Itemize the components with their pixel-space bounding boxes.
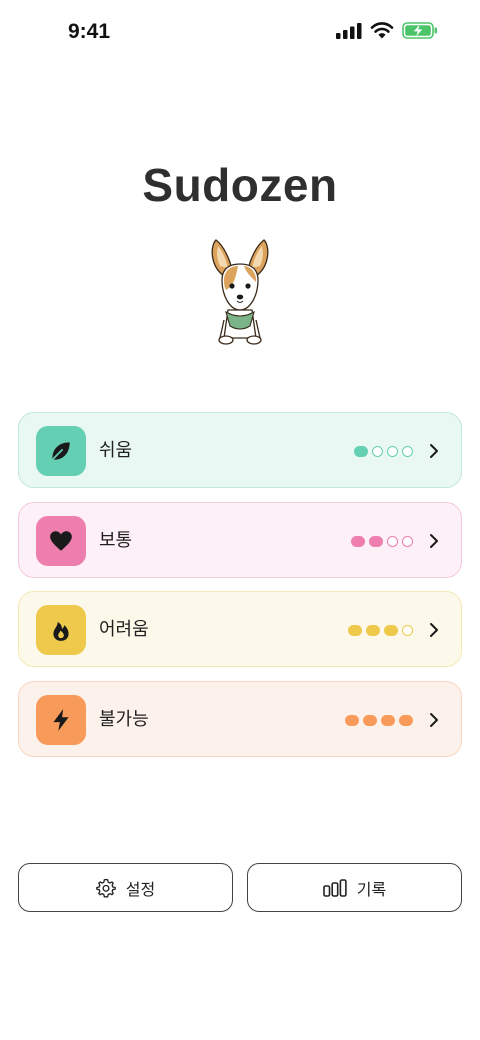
settings-button[interactable]: 설정	[18, 863, 233, 912]
difficulty-dot-empty	[402, 625, 413, 636]
difficulty-dots	[351, 535, 413, 547]
difficulty-dot-empty	[372, 446, 383, 457]
bottom-buttons: 설정 기록	[18, 863, 462, 912]
difficulty-dot-filled	[345, 714, 359, 726]
difficulty-dot-filled	[399, 714, 413, 726]
leaf-icon	[52, 442, 70, 460]
level-icon-badge	[36, 515, 86, 566]
settings-button-label: 설정	[125, 879, 156, 899]
status-bar: 9:41	[0, 0, 480, 64]
level-icon-badge	[36, 426, 86, 476]
difficulty-dots	[354, 446, 413, 457]
battery-charging-icon	[402, 22, 437, 39]
level-label: 어려움	[99, 619, 149, 640]
difficulty-dots	[348, 625, 413, 636]
status-icons	[336, 22, 438, 39]
level-icon-badge	[36, 694, 86, 745]
level-card-impossible[interactable]: 불가능	[18, 680, 462, 757]
lightning-icon	[53, 708, 69, 731]
cellular-signal-icon	[336, 22, 362, 39]
level-card-easy[interactable]: 쉬움	[18, 412, 462, 488]
difficulty-list: 쉬움 보통 어려움 불가능	[18, 412, 462, 770]
level-label: 보통	[99, 529, 133, 551]
chevron-right-icon	[430, 712, 438, 727]
records-button-label: 기록	[356, 879, 387, 899]
level-icon-badge	[36, 605, 86, 655]
level-label: 불가능	[99, 708, 149, 730]
difficulty-dot-filled	[354, 446, 368, 457]
records-button[interactable]: 기록	[247, 863, 462, 912]
wifi-icon	[370, 22, 394, 39]
dog-mascot-illustration	[211, 239, 269, 345]
difficulty-dot-empty	[387, 535, 398, 547]
level-card-normal[interactable]: 보통	[18, 501, 462, 578]
difficulty-dot-empty	[402, 446, 413, 457]
difficulty-dot-filled	[369, 535, 383, 547]
level-card-hard[interactable]: 어려움	[18, 591, 462, 667]
chevron-right-icon	[430, 444, 438, 458]
difficulty-dot-empty	[402, 535, 413, 547]
app-title: Sudozen	[142, 159, 338, 211]
heart-icon	[50, 530, 72, 551]
difficulty-dots	[345, 714, 413, 726]
bar-chart-icon	[322, 878, 347, 897]
gear-icon	[95, 878, 116, 897]
home-screen: 9:41 Sudozen 쉬움 보통 어려움 불가능 설정 기록	[0, 0, 480, 1040]
flame-icon	[53, 621, 69, 641]
difficulty-dot-filled	[384, 625, 398, 636]
difficulty-dot-filled	[381, 714, 395, 726]
chevron-right-icon	[430, 533, 438, 548]
level-label: 쉬움	[99, 440, 133, 461]
difficulty-dot-filled	[348, 625, 362, 636]
chevron-right-icon	[430, 623, 438, 637]
status-time: 9:41	[68, 20, 111, 43]
difficulty-dot-filled	[363, 714, 377, 726]
difficulty-dot-filled	[366, 625, 380, 636]
difficulty-dot-filled	[351, 535, 365, 547]
difficulty-dot-empty	[387, 446, 398, 457]
